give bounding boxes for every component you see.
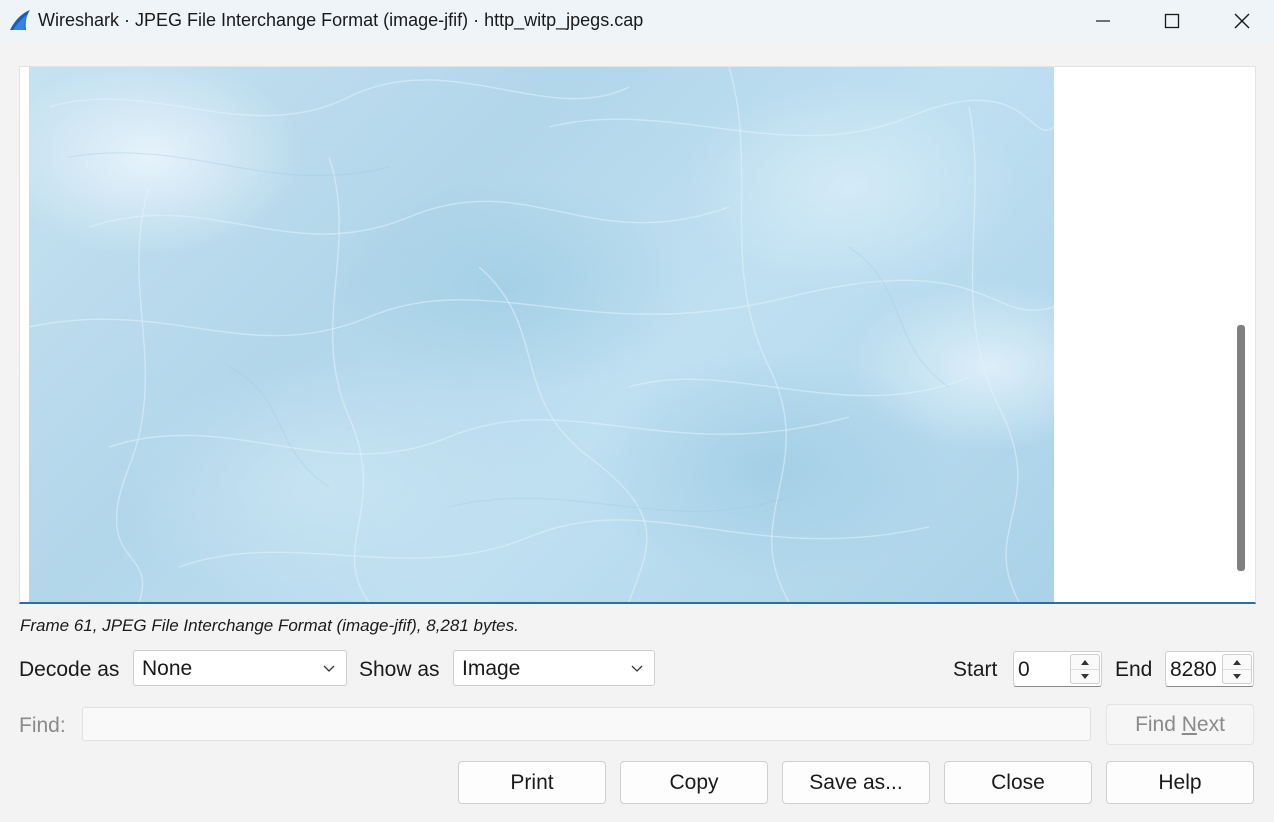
stream-content-viewer[interactable] (19, 66, 1256, 604)
start-label: Start (953, 658, 998, 681)
scrollbar-thumb[interactable] (1237, 325, 1245, 571)
start-value: 0 (1018, 658, 1030, 681)
caret-down-icon (1081, 673, 1089, 679)
end-stepper[interactable] (1222, 654, 1252, 684)
find-next-mnemonic: N (1181, 712, 1197, 736)
find-input[interactable] (82, 707, 1091, 741)
end-value: 8280 (1170, 658, 1217, 681)
show-as-value: Image (462, 657, 521, 680)
close-icon (1234, 13, 1250, 29)
end-increment-button[interactable] (1223, 655, 1251, 670)
minimize-icon (1096, 20, 1110, 22)
show-as-combobox[interactable]: Image (453, 650, 655, 686)
chevron-down-icon (323, 665, 335, 672)
start-spinbox[interactable]: 0 (1013, 651, 1102, 687)
minimize-button[interactable] (1071, 0, 1135, 42)
decode-as-combobox[interactable]: None (133, 650, 347, 686)
show-as-label: Show as (359, 658, 440, 681)
start-increment-button[interactable] (1071, 655, 1099, 670)
follow-stream-dialog: Wireshark · JPEG File Interchange Format… (0, 0, 1274, 822)
maximize-button[interactable] (1140, 0, 1204, 42)
close-window-button[interactable] (1210, 0, 1274, 42)
end-spinbox[interactable]: 8280 (1165, 651, 1254, 687)
save-as-button[interactable]: Save as... (782, 761, 930, 804)
decode-as-label: Decode as (19, 658, 120, 681)
caret-up-icon (1233, 659, 1241, 665)
copy-button[interactable]: Copy (620, 761, 768, 804)
window-title: Wireshark · JPEG File Interchange Format… (38, 10, 644, 30)
find-label: Find: (19, 714, 66, 737)
find-next-label-post: ext (1196, 712, 1225, 736)
find-next-label-pre: Find (1135, 712, 1182, 736)
end-decrement-button[interactable] (1223, 669, 1251, 683)
wireshark-fin-icon (8, 8, 32, 32)
start-stepper[interactable] (1070, 654, 1100, 684)
start-decrement-button[interactable] (1071, 669, 1099, 683)
caret-up-icon (1081, 659, 1089, 665)
help-button[interactable]: Help (1106, 761, 1254, 804)
maximize-icon (1164, 13, 1180, 29)
end-label: End (1115, 658, 1153, 681)
print-button[interactable]: Print (458, 761, 606, 804)
caret-down-icon (1233, 673, 1241, 679)
close-button[interactable]: Close (944, 761, 1092, 804)
frame-info-text: Frame 61, JPEG File Interchange Format (… (20, 616, 519, 635)
chevron-down-icon (631, 665, 643, 672)
decoded-jpeg-image (29, 67, 1054, 602)
decode-as-value: None (142, 657, 193, 680)
find-next-button[interactable]: Find Next (1106, 704, 1254, 745)
title-bar[interactable]: Wireshark · JPEG File Interchange Format… (0, 0, 1274, 42)
